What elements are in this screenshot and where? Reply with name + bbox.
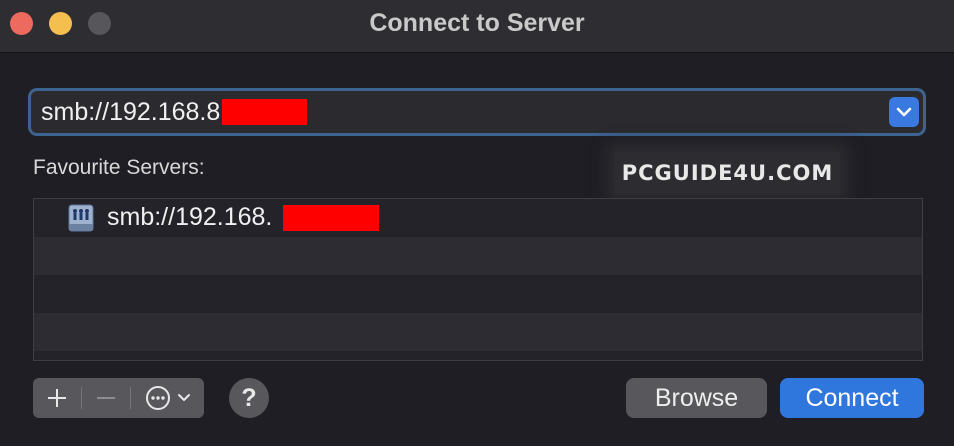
redaction-mark bbox=[283, 205, 379, 231]
list-item bbox=[34, 313, 922, 351]
redaction-mark bbox=[222, 99, 307, 125]
favourite-servers-label: Favourite Servers: bbox=[33, 156, 205, 179]
recent-servers-dropdown-button[interactable] bbox=[889, 97, 919, 127]
help-button[interactable]: ? bbox=[229, 378, 269, 418]
title-bar: Connect to Server bbox=[0, 0, 954, 53]
chevron-down-icon bbox=[896, 107, 912, 117]
remove-server-button[interactable] bbox=[82, 378, 130, 418]
server-address-label: smb://192.168. bbox=[107, 203, 273, 231]
favourite-servers-list[interactable]: smb://192.168. bbox=[33, 198, 923, 361]
list-item bbox=[34, 275, 922, 313]
watermark: PCGUIDE4U.COM bbox=[615, 152, 840, 194]
list-item[interactable]: smb://192.168. bbox=[34, 199, 922, 237]
browse-button[interactable]: Browse bbox=[626, 378, 767, 418]
add-server-button[interactable] bbox=[33, 378, 81, 418]
minus-icon bbox=[97, 397, 115, 399]
server-address-combobox[interactable] bbox=[28, 88, 926, 136]
plus-icon bbox=[48, 389, 66, 407]
list-item bbox=[34, 237, 922, 275]
server-icon bbox=[68, 204, 94, 232]
list-edit-controls bbox=[33, 378, 204, 418]
more-options-button[interactable] bbox=[131, 378, 204, 418]
connect-button[interactable]: Connect bbox=[780, 378, 924, 418]
window-title: Connect to Server bbox=[369, 9, 585, 37]
chevron-down-icon bbox=[177, 394, 190, 401]
server-address-input[interactable] bbox=[31, 91, 871, 133]
ellipsis-circle-icon bbox=[145, 386, 170, 410]
